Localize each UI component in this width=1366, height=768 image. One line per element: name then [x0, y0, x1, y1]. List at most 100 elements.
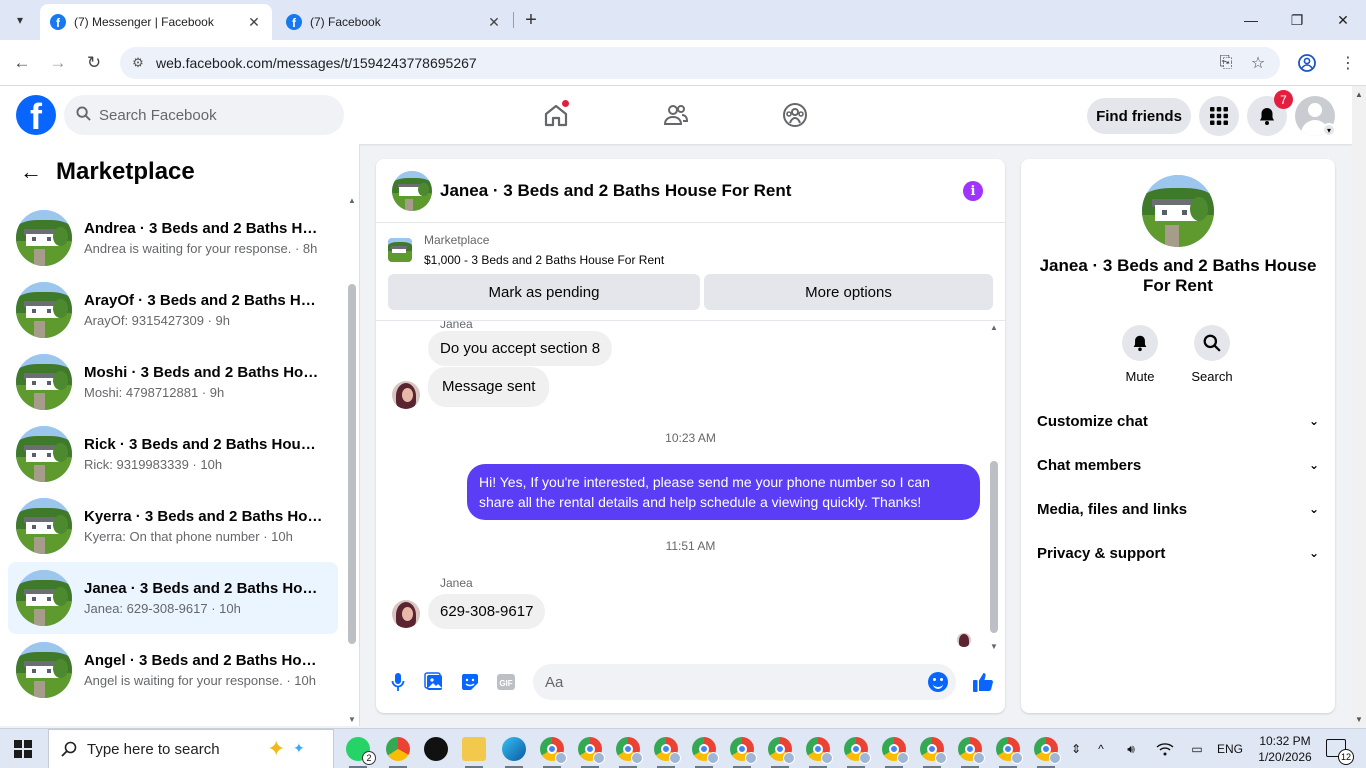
close-window-icon[interactable]: ✕ [1320, 0, 1366, 40]
chrome-profile-icon[interactable] [806, 737, 833, 764]
mute-button[interactable]: Mute [1110, 325, 1170, 384]
back-arrow-icon[interactable]: ← [20, 159, 42, 185]
sender-avatar[interactable] [392, 381, 420, 409]
page-scrollbar[interactable]: ▲ ▼ [1352, 86, 1366, 726]
scrollbar-thumb[interactable] [990, 461, 998, 633]
groups-nav[interactable] [775, 95, 815, 135]
edge-icon[interactable] [502, 737, 526, 761]
listing-summary[interactable]: Marketplace $1,000 - 3 Beds and 2 Baths … [388, 233, 664, 267]
chevron-down-icon[interactable]: ▾ [1322, 123, 1336, 137]
chrome-profile-icon[interactable] [1034, 737, 1061, 764]
install-app-icon[interactable]: ⎘ [1211, 47, 1241, 79]
chrome-profile-icon[interactable] [768, 737, 795, 764]
mark-as-pending-button[interactable]: Mark as pending [388, 274, 700, 310]
thumbs-up-icon[interactable] [972, 671, 994, 693]
incoming-message[interactable]: Do you accept section 8 [428, 331, 613, 366]
scroll-up-arrow-icon[interactable]: ▲ [990, 323, 998, 332]
info-icon[interactable]: i [963, 181, 983, 201]
back-arrow-icon[interactable]: ← [9, 50, 35, 76]
scroll-up-arrow-icon[interactable]: ▲ [348, 196, 356, 205]
gif-icon[interactable]: GIF [495, 671, 517, 693]
conversation-title[interactable]: Janea · 3 Beds and 2 Baths House For Ren… [440, 181, 791, 201]
chrome-profile-icon[interactable] [920, 737, 947, 764]
message-input[interactable] [545, 673, 905, 691]
scroll-down-arrow-icon[interactable]: ▼ [1355, 715, 1363, 724]
facebook-search-input[interactable] [99, 106, 319, 124]
more-options-button[interactable]: More options [704, 274, 993, 310]
scrollbar-thumb[interactable] [348, 284, 356, 644]
file-explorer-icon[interactable] [462, 737, 486, 761]
chrome-profile-icon[interactable] [616, 737, 643, 764]
facebook-search[interactable] [64, 95, 344, 135]
battery-icon[interactable]: ▭ [1186, 729, 1208, 768]
new-tab-plus-icon[interactable]: + [520, 8, 542, 32]
friends-nav[interactable] [656, 95, 696, 135]
taskbar-scroll-arrows-icon[interactable]: ⇕ [1068, 729, 1084, 768]
taskbar-clock[interactable]: 10:32 PM 1/20/2026 [1252, 733, 1318, 765]
microphone-icon[interactable] [387, 671, 409, 693]
windows-start-icon[interactable] [14, 740, 32, 758]
tiktok-icon[interactable] [424, 737, 448, 761]
chrome-profile-icon[interactable] [730, 737, 757, 764]
close-tab-icon[interactable]: ✕ [246, 14, 262, 31]
chat-list-item[interactable]: Rick · 3 Beds and 2 Baths House For Rent… [8, 418, 338, 490]
scroll-down-arrow-icon[interactable]: ▼ [990, 642, 998, 651]
chat-list-item[interactable]: Angel · 3 Beds and 2 Baths House For Ren… [8, 634, 338, 706]
chrome-profile-icon[interactable] [882, 737, 909, 764]
chat-members-section[interactable]: Chat members ⌄ [1037, 451, 1319, 479]
taskbar-search[interactable]: ✦ ✦ [48, 729, 334, 768]
incoming-message[interactable]: Message sent [428, 367, 550, 407]
chrome-profile-icon[interactable] [540, 737, 567, 764]
profile-icon[interactable] [1292, 47, 1322, 79]
chat-list-item[interactable]: Kyerra · 3 Beds and 2 Baths House For Re… [8, 490, 338, 562]
customize-chat-section[interactable]: Customize chat ⌄ [1037, 407, 1319, 435]
chrome-profile-icon[interactable] [996, 737, 1023, 764]
listing-thumbnail[interactable] [392, 170, 432, 211]
message-scrollbar[interactable]: ▲ ▼ [988, 321, 1000, 651]
taskbar-search-input[interactable] [87, 740, 257, 758]
scroll-down-arrow-icon[interactable]: ▼ [348, 715, 356, 724]
notifications-button[interactable]: 7 [1247, 90, 1293, 136]
chrome-profile-icon[interactable] [844, 737, 871, 764]
chrome-profile-icon[interactable] [692, 737, 719, 764]
find-friends-button[interactable]: Find friends [1087, 98, 1191, 134]
emoji-icon[interactable] [928, 672, 948, 692]
tab-facebook[interactable]: f (7) Facebook ✕ [276, 4, 512, 40]
tab-search-chevron-icon[interactable]: ▾ [8, 8, 32, 32]
forward-arrow-icon[interactable]: → [45, 50, 71, 76]
chrome-app-icon[interactable] [386, 737, 410, 761]
close-tab-icon[interactable]: ✕ [486, 14, 502, 31]
scroll-up-arrow-icon[interactable]: ▲ [1355, 90, 1363, 99]
media-files-links-section[interactable]: Media, files and links ⌄ [1037, 495, 1319, 523]
reload-icon[interactable]: ↻ [81, 50, 107, 76]
chat-list-item[interactable]: Janea · 3 Beds and 2 Baths House For Ren… [8, 562, 338, 634]
chrome-profile-icon[interactable] [958, 737, 985, 764]
outgoing-message[interactable]: Hi! Yes, If you're interested, please se… [467, 464, 980, 520]
chrome-profile-icon[interactable] [578, 737, 605, 764]
privacy-support-section[interactable]: Privacy & support ⌄ [1037, 539, 1319, 567]
message-input-box[interactable] [533, 664, 956, 700]
menu-grid-button[interactable] [1199, 96, 1239, 136]
browser-menu-icon[interactable]: ⋮ [1333, 47, 1363, 79]
minimize-window-icon[interactable]: — [1228, 0, 1274, 40]
chat-list-item[interactable]: ArayOf · 3 Beds and 2 Baths House For Re… [8, 274, 338, 346]
facebook-logo-icon[interactable]: f [16, 95, 56, 135]
language-indicator[interactable]: ENG [1214, 729, 1246, 768]
whatsapp-icon[interactable]: 2 [346, 737, 376, 765]
chrome-profile-icon[interactable] [654, 737, 681, 764]
bookmark-star-icon[interactable]: ☆ [1243, 47, 1273, 79]
chat-list-item[interactable]: Moshi · 3 Beds and 2 Baths House For Ren… [8, 346, 338, 418]
incoming-message[interactable]: 629-308-9617 [428, 594, 546, 629]
sticker-icon[interactable] [459, 671, 481, 693]
network-icon[interactable] [1154, 729, 1176, 768]
tab-messenger[interactable]: f (7) Messenger | Facebook ✕ [40, 4, 272, 40]
volume-icon[interactable]: 🔊︎ [1120, 729, 1142, 768]
photo-icon[interactable] [423, 671, 445, 693]
site-info-icon[interactable]: ⚙ [120, 55, 156, 71]
home-nav[interactable] [536, 95, 576, 135]
notification-center-icon[interactable]: 12 [1326, 739, 1354, 765]
search-conversation-button[interactable]: Search [1182, 325, 1242, 384]
restore-window-icon[interactable]: ❐ [1274, 0, 1320, 40]
listing-photo[interactable] [1142, 175, 1214, 247]
chat-list-scrollbar[interactable]: ▲ ▼ [346, 192, 358, 726]
